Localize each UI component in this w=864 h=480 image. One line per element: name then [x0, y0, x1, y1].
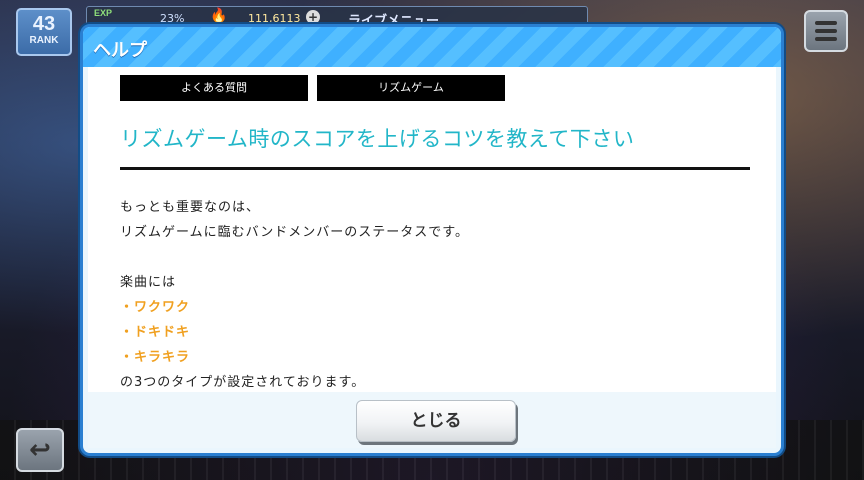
answer-bullet: ・ドキドキ [120, 325, 191, 340]
help-dialog: ヘルプ よくある質問 リズムゲーム リズムゲーム時のスコアを上げるコツを教えて下… [80, 24, 784, 456]
hamburger-icon-line [815, 29, 837, 33]
subcategory-tag: リズムゲーム [317, 75, 505, 101]
back-button[interactable]: ↩ [16, 428, 64, 472]
answer-bullet: ・キラキラ [120, 350, 191, 365]
answer-line: もっとも重要なのは、 [120, 200, 261, 215]
answer-bullet: ・ワクワク [120, 300, 191, 315]
dialog-title: ヘルプ [93, 40, 147, 61]
dialog-content[interactable]: よくある質問 リズムゲーム リズムゲーム時のスコアを上げるコツを教えて下さい も… [88, 67, 776, 393]
hamburger-icon-line [815, 37, 837, 41]
rank-badge: 43 RANK [16, 8, 72, 56]
rank-label: RANK [29, 35, 59, 46]
menu-button[interactable] [804, 10, 848, 52]
dialog-header: ヘルプ [83, 27, 781, 67]
exp-label: EXP [94, 8, 113, 18]
answer-line: リズムゲームに臨むバンドメンバーのステータスです。 [120, 225, 469, 240]
dialog-footer: とじる [88, 392, 776, 448]
answer-line: 楽曲には [120, 275, 177, 290]
answer-line [120, 245, 750, 270]
plus-icon[interactable]: + [306, 10, 320, 24]
answer-line: の3つのタイプが設定されております。 [120, 375, 366, 390]
close-button[interactable]: とじる [356, 400, 516, 442]
divider [120, 167, 750, 170]
flame-icon: 🔥 [210, 8, 228, 24]
question-heading: リズムゲーム時のスコアを上げるコツを教えて下さい [120, 127, 635, 151]
hamburger-icon [815, 21, 837, 25]
category-tag: よくある質問 [120, 75, 308, 101]
rank-number: 43 [32, 13, 56, 35]
answer-text: もっとも重要なのは、 リズムゲームに臨むバンドメンバーのステータスです。 楽曲に… [120, 195, 750, 393]
return-arrow-icon: ↩ [29, 435, 51, 465]
